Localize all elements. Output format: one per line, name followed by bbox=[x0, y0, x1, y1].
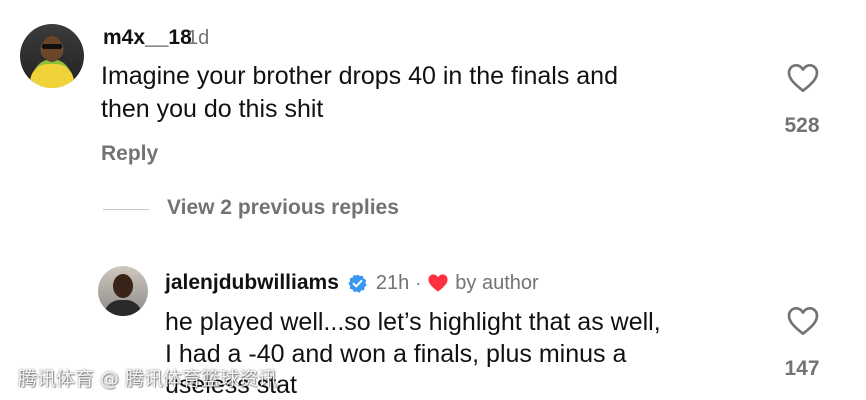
view-previous-replies-button[interactable]: View 2 previous replies bbox=[167, 196, 399, 220]
avatar-m4x[interactable] bbox=[20, 24, 84, 88]
avatar-face bbox=[113, 274, 133, 298]
reply-button[interactable]: Reply bbox=[101, 142, 158, 166]
avatar-body bbox=[104, 300, 142, 316]
reply-username[interactable]: jalenjdubwilliams bbox=[165, 271, 339, 295]
comment-username[interactable]: m4x__18 bbox=[103, 26, 192, 50]
comment-text-line-2: then you do this shit bbox=[101, 95, 324, 123]
avatar-face bbox=[42, 36, 62, 62]
comment-like-count: 528 bbox=[784, 114, 820, 137]
liked-by-author-label: by author bbox=[455, 271, 539, 294]
heart-filled-icon bbox=[428, 274, 448, 292]
meta-separator: · bbox=[415, 272, 422, 293]
reply-like-count: 147 bbox=[784, 357, 820, 380]
reply-meta-row: jalenjdubwilliams 21h · by author bbox=[165, 268, 539, 298]
avatar-jalenjdubwilliams[interactable] bbox=[98, 266, 148, 316]
comment-text-line-1: Imagine your brother drops 40 in the fin… bbox=[101, 62, 618, 90]
thread-divider bbox=[103, 209, 149, 210]
comment-timestamp: 1d bbox=[187, 27, 210, 49]
reply-text-line-1: he played well...so let’s highlight that… bbox=[165, 308, 661, 336]
reply-timestamp: 21h bbox=[375, 271, 410, 294]
verified-badge-icon bbox=[348, 273, 367, 293]
heart-outline-icon[interactable] bbox=[787, 306, 819, 336]
heart-outline-icon[interactable] bbox=[787, 63, 819, 93]
avatar-shirt bbox=[30, 64, 74, 88]
watermark: 腾讯体育 @ 腾讯体育篮球资讯 bbox=[18, 368, 278, 390]
avatar-sunglasses bbox=[42, 44, 62, 49]
